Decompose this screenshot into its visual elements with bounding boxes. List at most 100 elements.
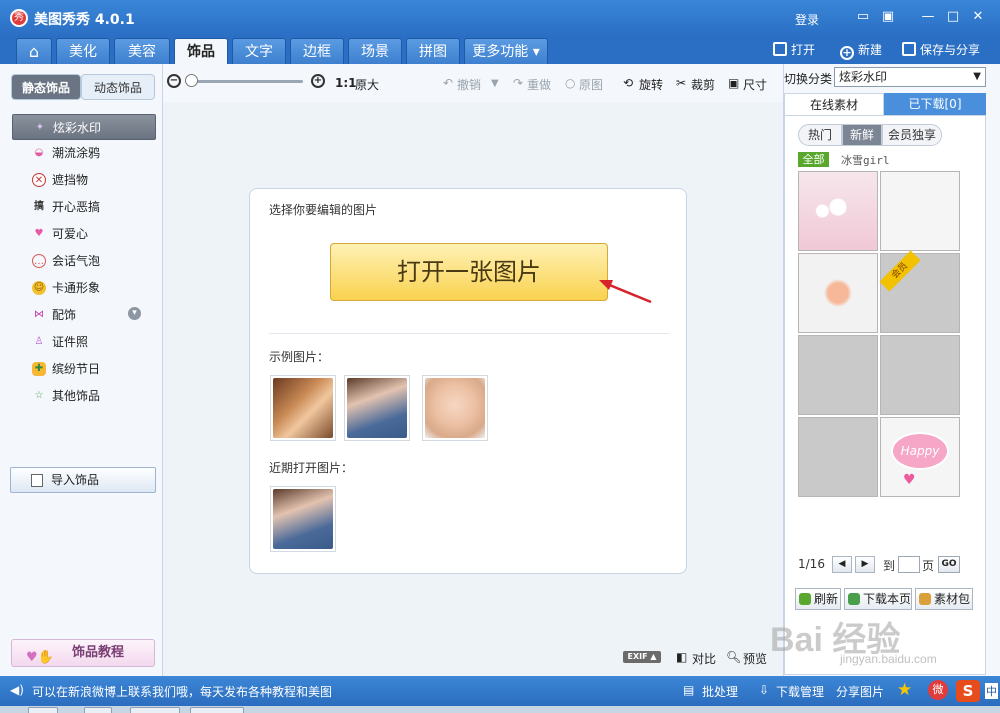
next-page-icon[interactable]: ▶ bbox=[855, 556, 875, 573]
tab-home[interactable]: ⌂ bbox=[16, 38, 52, 64]
chevron-down-icon[interactable]: ▾ bbox=[128, 307, 141, 320]
ime-indicator[interactable]: 中 bbox=[985, 683, 998, 699]
exif-button[interactable]: EXIF ▲ bbox=[623, 651, 661, 663]
crop-button[interactable]: 裁剪 bbox=[691, 76, 715, 93]
share-image-button[interactable]: 分享图片 bbox=[836, 683, 884, 700]
sample-image-thumbnail[interactable] bbox=[270, 375, 336, 441]
import-accessory-button[interactable]: 导入饰品 bbox=[10, 467, 156, 493]
tab-static-accessories[interactable]: 静态饰品 bbox=[11, 74, 81, 100]
maximize-icon[interactable]: □ bbox=[945, 9, 961, 25]
taskbar-button[interactable] bbox=[84, 707, 112, 713]
crop-icon[interactable]: ✂ bbox=[676, 76, 686, 90]
zoom-in-icon[interactable]: + bbox=[311, 74, 325, 88]
vip-star-icon[interactable]: ★ bbox=[897, 680, 912, 700]
download-page-button[interactable]: 下载本页 bbox=[844, 588, 912, 610]
switch-category-label: 切换分类 bbox=[784, 72, 833, 86]
material-thumbnail[interactable] bbox=[798, 253, 878, 333]
preview-icon[interactable]: 🔍︎ bbox=[726, 650, 741, 664]
material-thumbnail[interactable] bbox=[798, 335, 878, 415]
material-pack-button[interactable]: 素材包 bbox=[915, 588, 973, 610]
category-item[interactable]: ♥ 可爱心 bbox=[12, 221, 156, 247]
rotate-button[interactable]: 旋转 bbox=[639, 76, 663, 93]
material-thumbnail[interactable] bbox=[798, 417, 878, 497]
material-thumbnail[interactable] bbox=[880, 335, 960, 415]
filter-member[interactable]: 会员独享 bbox=[882, 124, 942, 146]
sogou-icon[interactable]: S bbox=[956, 680, 980, 702]
zoom-slider-knob[interactable] bbox=[185, 74, 198, 87]
undo-dropdown-icon[interactable]: ▼ bbox=[491, 78, 499, 89]
undo-icon[interactable]: ↶ bbox=[443, 76, 453, 90]
tab-beauty[interactable]: 美容 bbox=[114, 38, 170, 64]
original-button[interactable]: 原图 bbox=[579, 76, 603, 93]
category-item[interactable]: ✦ 炫彩水印 bbox=[12, 114, 156, 140]
category-item[interactable]: ☺ 卡通形象 bbox=[12, 275, 156, 301]
compare-button[interactable]: 对比 bbox=[692, 650, 716, 667]
sample-image-thumbnail[interactable] bbox=[344, 375, 410, 441]
category-item[interactable]: ☆ 其他饰品 bbox=[12, 383, 156, 409]
prev-page-icon[interactable]: ◀ bbox=[832, 556, 852, 573]
category-item[interactable]: ✕ 遮挡物 bbox=[12, 167, 156, 193]
tab-beautify[interactable]: 美化 bbox=[56, 38, 110, 64]
sample-image-thumbnail[interactable] bbox=[422, 375, 488, 441]
rotate-icon[interactable]: ⟲ bbox=[623, 76, 633, 90]
category-item[interactable]: ✚ 缤纷节日 bbox=[12, 356, 156, 382]
go-button[interactable]: GO bbox=[938, 556, 960, 573]
refresh-button[interactable]: 刷新 bbox=[795, 588, 841, 610]
material-thumbnail[interactable] bbox=[880, 171, 960, 251]
weibo-icon[interactable]: 微 bbox=[928, 680, 948, 700]
open-image-button[interactable]: 打开一张图片 bbox=[330, 243, 608, 301]
tab-accessories[interactable]: 饰品 bbox=[174, 38, 228, 64]
redo-icon[interactable]: ↷ bbox=[513, 76, 523, 90]
undo-button[interactable]: 撤销 bbox=[457, 76, 481, 93]
new-action[interactable]: + 新建 bbox=[840, 41, 882, 60]
page-number-input[interactable] bbox=[898, 556, 920, 573]
category-select[interactable]: 炫彩水印 ▼ bbox=[834, 67, 986, 87]
original-size-button[interactable]: 原大 bbox=[355, 76, 379, 93]
filter-fresh[interactable]: 新鲜 bbox=[842, 124, 882, 146]
tab-collage[interactable]: 拼图 bbox=[406, 38, 460, 64]
zoom-out-icon[interactable]: − bbox=[167, 74, 181, 88]
author-tag[interactable]: 冰雪girl bbox=[841, 152, 890, 168]
tab-downloaded[interactable]: 已下载[0] bbox=[884, 93, 986, 115]
accessory-tutorial-button[interactable]: ♥✋♥ 饰品教程 bbox=[11, 639, 155, 691]
zoom-slider[interactable] bbox=[188, 80, 303, 83]
save-share-action[interactable]: 保存与分享 bbox=[902, 41, 980, 58]
feedback-icon[interactable]: ▭ bbox=[855, 9, 871, 25]
filter-hot[interactable]: 热门 bbox=[798, 124, 842, 146]
status-message[interactable]: 可以在新浪微博上联系我们哦，每天发布各种教程和美图 bbox=[32, 683, 332, 700]
download-manager-button[interactable]: 下载管理 bbox=[776, 683, 824, 700]
category-item[interactable]: … 会话气泡 bbox=[12, 248, 156, 274]
all-filter-badge[interactable]: 全部 bbox=[798, 152, 829, 167]
tab-text[interactable]: 文字 bbox=[232, 38, 286, 64]
tab-online-materials[interactable]: 在线素材 bbox=[784, 93, 884, 115]
tab-frame[interactable]: 边框 bbox=[290, 38, 344, 64]
category-item[interactable]: ♙ 证件照 bbox=[12, 329, 156, 355]
ratio-label[interactable]: 1:1 bbox=[335, 76, 357, 90]
recent-image-thumbnail[interactable] bbox=[270, 486, 336, 552]
material-thumbnail[interactable] bbox=[798, 171, 878, 251]
batch-button[interactable]: 批处理 bbox=[702, 683, 738, 700]
login-link[interactable]: 登录 bbox=[795, 11, 819, 28]
canvas-area: 选择你要编辑的图片 打开一张图片 示例图片： 近期打开图片： EXIF ▲ ◧ … bbox=[163, 102, 783, 676]
category-item[interactable]: ◒ 潮流涂鸦 bbox=[12, 140, 156, 166]
tab-scene[interactable]: 场景 bbox=[348, 38, 402, 64]
skin-icon[interactable]: ▣ bbox=[880, 9, 896, 25]
close-icon[interactable]: ✕ bbox=[970, 9, 986, 25]
category-item[interactable]: 搞 开心恶搞 bbox=[12, 194, 156, 220]
redo-button[interactable]: 重做 bbox=[527, 76, 551, 93]
import-icon bbox=[31, 474, 43, 487]
open-action[interactable]: 打开 bbox=[773, 41, 815, 58]
taskbar-button[interactable] bbox=[190, 707, 244, 713]
compare-icon[interactable]: ◧ bbox=[676, 650, 687, 664]
preview-button[interactable]: 预览 bbox=[743, 650, 767, 667]
minimize-icon[interactable]: — bbox=[920, 9, 936, 25]
taskbar-button[interactable] bbox=[28, 707, 58, 713]
material-thumbnail[interactable]: 会员 bbox=[879, 250, 960, 333]
resize-icon[interactable]: ▣ bbox=[728, 76, 739, 90]
material-thumbnail[interactable]: Happy ♥ bbox=[880, 417, 960, 497]
size-button[interactable]: 尺寸 bbox=[743, 76, 767, 93]
tab-dynamic-accessories[interactable]: 动态饰品 bbox=[81, 74, 155, 100]
original-icon[interactable]: ○ bbox=[565, 76, 575, 90]
taskbar-button[interactable] bbox=[130, 707, 180, 713]
tab-more-features[interactable]: 更多功能 ▾ bbox=[464, 38, 548, 64]
